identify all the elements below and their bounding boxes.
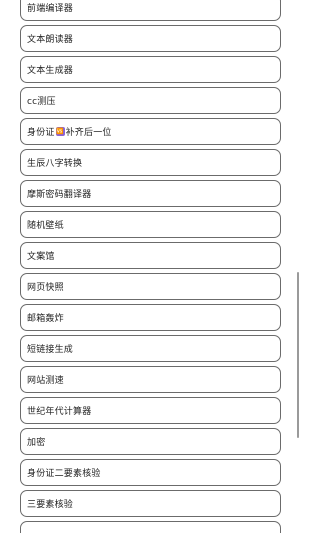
tool-item-text-generator[interactable]: 文本生成器 (20, 56, 281, 83)
tool-item-short-link[interactable]: 短链接生成 (20, 335, 281, 362)
scrollbar-thumb[interactable] (297, 272, 299, 438)
tool-item-label: 世纪年代计算器 (27, 407, 92, 417)
tool-item-label: 三要素核验 (27, 500, 74, 510)
tool-item-label: 网站测速 (27, 376, 64, 386)
tool-item-bazi-converter[interactable]: 生辰八字转换 (20, 149, 281, 176)
tool-item-label: 文案馆 (27, 252, 55, 262)
tool-item-encrypt[interactable]: 加密 (20, 428, 281, 455)
tool-item-id-two-factor[interactable]: 身份证二要素核验 (20, 459, 281, 486)
tool-item-frontend-compiler[interactable]: 前端编译器 (20, 0, 281, 21)
tool-item-email-bomber[interactable]: 邮箱轰炸 (20, 304, 281, 331)
tool-list-screen: 前端编译器 文本朗读器 文本生成器 cc测压 身份证 🆚 补齐后一位 生辰八字转换 … (0, 0, 300, 533)
tool-item-random-wallpaper[interactable]: 随机壁纸 (20, 211, 281, 238)
tool-item-label: 前端编译器 (27, 4, 74, 14)
tool-item-partial[interactable] (20, 521, 281, 533)
vs-badge-icon: 🆚 (55, 127, 65, 136)
tool-item-label: 生辰八字转换 (27, 159, 83, 169)
tool-item-label: 随机壁纸 (27, 221, 64, 231)
tool-item-morse-translator[interactable]: 摩斯密码翻译器 (20, 180, 281, 207)
tool-item-text-reader[interactable]: 文本朗读器 (20, 25, 281, 52)
tool-item-era-calculator[interactable]: 世纪年代计算器 (20, 397, 281, 424)
tool-item-label: 身份证二要素核验 (27, 469, 101, 479)
tool-list: 前端编译器 文本朗读器 文本生成器 cc测压 身份证 🆚 补齐后一位 生辰八字转换 … (20, 0, 281, 533)
tool-item-label: 文本生成器 (27, 66, 74, 76)
tool-item-label-prefix: 身份证 (27, 128, 55, 138)
tool-item-label: 邮箱轰炸 (27, 314, 64, 324)
tool-item-label: 加密 (27, 438, 46, 448)
tool-item-site-speed-test[interactable]: 网站测速 (20, 366, 281, 393)
tool-item-copywriting[interactable]: 文案馆 (20, 242, 281, 269)
tool-item-id-complete-last-digit[interactable]: 身份证 🆚 补齐后一位 (20, 118, 281, 145)
scrollbar[interactable] (296, 0, 300, 533)
tool-item-web-snapshot[interactable]: 网页快照 (20, 273, 281, 300)
tool-item-label: 网页快照 (27, 283, 64, 293)
tool-item-cc-stress[interactable]: cc测压 (20, 87, 281, 114)
tool-item-label: 短链接生成 (27, 345, 74, 355)
tool-item-label: 文本朗读器 (27, 35, 74, 45)
tool-item-label: cc测压 (27, 97, 56, 107)
tool-item-label: 摩斯密码翻译器 (27, 190, 92, 200)
tool-item-three-factor[interactable]: 三要素核验 (20, 490, 281, 517)
tool-item-label-suffix: 补齐后一位 (65, 128, 112, 138)
